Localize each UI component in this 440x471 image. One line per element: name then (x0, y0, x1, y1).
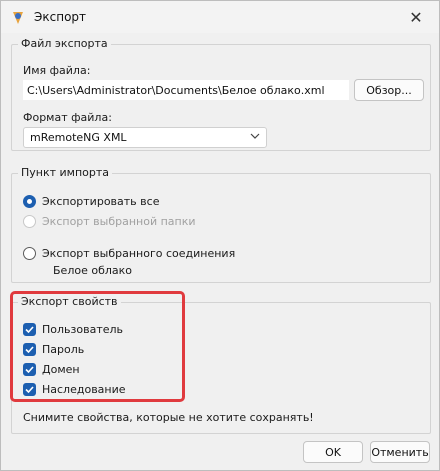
chevron-down-icon (250, 133, 260, 139)
checkbox-checked-icon[interactable] (23, 343, 36, 356)
browse-button[interactable]: Обзор... (354, 79, 424, 101)
checkbox-inheritance-label: Наследование (42, 383, 126, 396)
radio-button[interactable] (23, 247, 36, 260)
format-label: Формат файла: (23, 111, 112, 124)
import-point-group: Пункт импорта Экспортировать все Экспорт… (11, 166, 431, 283)
checkbox-domain[interactable]: Домен (23, 362, 163, 378)
format-select-value: mRemoteNG XML (30, 131, 127, 144)
export-properties-legend: Экспорт свойств (18, 295, 121, 308)
checkbox-password[interactable]: Пароль (23, 342, 163, 358)
selected-connection-name: Белое облако (53, 264, 132, 277)
close-icon: ✕ (409, 7, 423, 27)
checkbox-checked-icon[interactable] (23, 363, 36, 376)
export-properties-hint: Снимите свойства, которые не хотите сохр… (23, 411, 314, 424)
window-title: Экспорт (34, 10, 87, 24)
import-point-legend: Пункт импорта (18, 166, 113, 179)
radio-button-checked[interactable] (23, 195, 36, 208)
radio-export-folder: Экспорт выбранной папки (23, 214, 223, 230)
title-bar: Экспорт ✕ (1, 1, 439, 33)
radio-export-connection[interactable]: Экспорт выбранного соединения (23, 246, 273, 262)
checkbox-username[interactable]: Пользователь (23, 322, 163, 338)
export-file-legend: Файл экспорта (18, 37, 111, 50)
ok-button[interactable]: OK (303, 441, 363, 463)
checkbox-username-label: Пользователь (42, 323, 124, 336)
checkbox-password-label: Пароль (42, 343, 85, 356)
radio-export-all[interactable]: Экспортировать все (23, 194, 223, 210)
radio-export-connection-label: Экспорт выбранного соединения (42, 247, 236, 260)
checkbox-checked-icon[interactable] (23, 383, 36, 396)
radio-button-disabled (23, 215, 36, 228)
radio-export-folder-label: Экспорт выбранной папки (42, 215, 196, 228)
filename-input[interactable]: C:\Users\Administrator\Documents\Белое о… (23, 80, 349, 100)
close-button[interactable]: ✕ (393, 1, 439, 33)
checkbox-checked-icon[interactable] (23, 323, 36, 336)
export-dialog: Экспорт ✕ Файл экспорта Имя файла: C:\Us… (0, 0, 440, 471)
app-icon (13, 12, 23, 24)
format-select[interactable]: mRemoteNG XML (23, 127, 267, 148)
checkbox-inheritance[interactable]: Наследование (23, 382, 163, 398)
export-properties-group: Экспорт свойств Пользователь Пароль Доме… (11, 295, 431, 434)
filename-label: Имя файла: (23, 64, 91, 77)
cancel-button[interactable]: Отменить (370, 441, 430, 463)
export-file-group: Файл экспорта Имя файла: C:\Users\Admini… (11, 37, 431, 151)
radio-export-all-label: Экспортировать все (42, 195, 160, 208)
checkbox-domain-label: Домен (42, 363, 80, 376)
